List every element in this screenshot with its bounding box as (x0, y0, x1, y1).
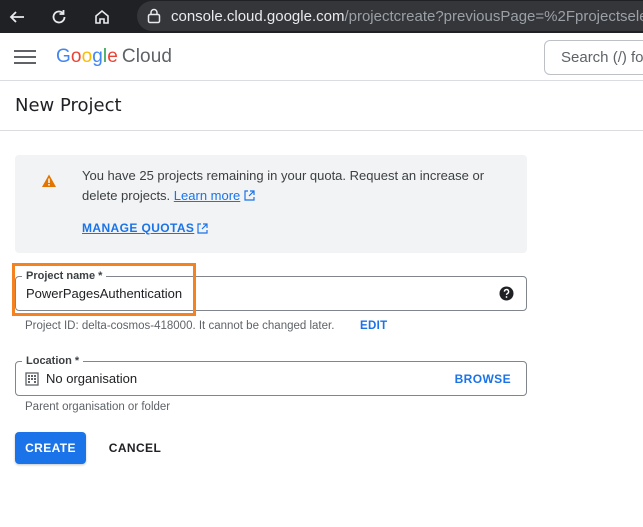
quota-message: You have 25 projects remaining in your q… (82, 166, 502, 207)
cancel-button[interactable]: CANCEL (98, 432, 172, 464)
google-cloud-logo[interactable]: Google Cloud (56, 46, 172, 68)
location-helper-text: Parent organisation or folder (25, 401, 171, 413)
site-info-icon[interactable] (147, 8, 161, 24)
project-name-input[interactable]: PowerPagesAuthentication (26, 286, 182, 301)
building-icon (25, 372, 39, 386)
url-host: console.cloud.google.com (171, 7, 345, 25)
help-icon[interactable] (499, 286, 514, 301)
search-input[interactable]: Search (/) fo (544, 40, 643, 75)
learn-more-link[interactable]: Learn more (174, 188, 240, 203)
project-name-field[interactable]: Project name * PowerPagesAuthentication (15, 269, 527, 311)
manage-quotas-link[interactable]: MANAGE QUOTAS (82, 221, 208, 235)
url-path: /projectcreate?previousPage=%2Fprojectse… (344, 7, 643, 25)
hamburger-icon[interactable] (14, 47, 36, 67)
page-title: New Project (15, 95, 122, 116)
address-bar[interactable]: console.cloud.google.com/projectcreate?p… (137, 1, 643, 31)
project-id-text: Project ID: delta-cosmos-418000. It cann… (25, 320, 335, 332)
page-title-bar: New Project (0, 82, 643, 131)
external-link-icon (244, 187, 255, 207)
quota-notice: You have 25 projects remaining in your q… (15, 155, 527, 253)
warning-icon (41, 173, 57, 189)
edit-project-id-button[interactable]: EDIT (360, 320, 387, 332)
browse-button[interactable]: BROWSE (455, 372, 511, 386)
home-icon[interactable] (88, 3, 116, 31)
location-value: No organisation (46, 371, 138, 386)
external-link-icon (197, 222, 208, 234)
console-header: Google Cloud Search (/) fo (0, 33, 643, 81)
location-field[interactable]: Location * No organisation BROWSE (15, 354, 527, 396)
back-arrow-icon[interactable] (3, 3, 31, 31)
project-name-label: Project name * (22, 269, 107, 283)
location-label: Location * (22, 354, 84, 368)
reload-icon[interactable] (45, 3, 73, 31)
create-button[interactable]: CREATE (15, 432, 86, 464)
browser-toolbar: console.cloud.google.com/projectcreate?p… (0, 0, 643, 33)
